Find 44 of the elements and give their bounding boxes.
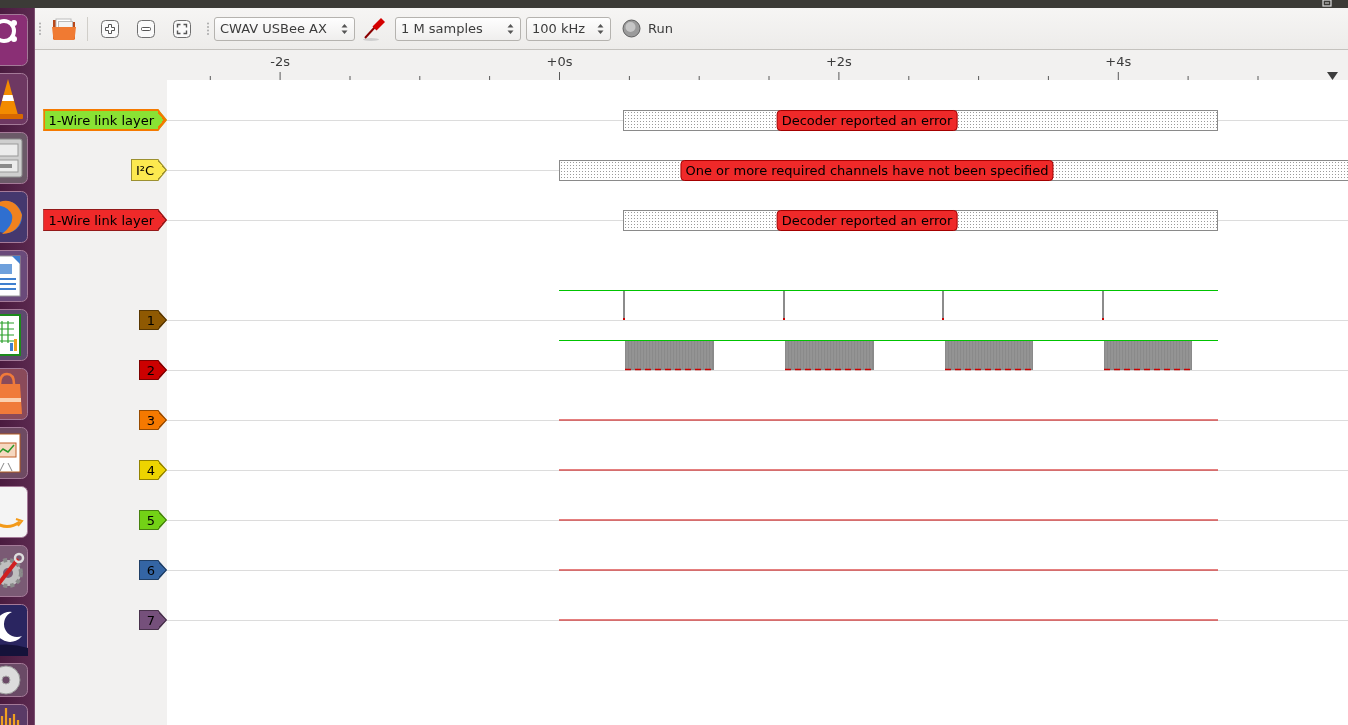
decoder-tag[interactable]: 1-Wire link layer: [43, 209, 167, 231]
presentation-icon[interactable]: [0, 427, 28, 479]
error-annotation: One or more required channels have not been specified: [680, 160, 1054, 181]
sphere-icon: [622, 19, 641, 38]
probe-icon[interactable]: [362, 15, 387, 42]
traffic-cone-icon[interactable]: [0, 73, 28, 125]
decoder-tag[interactable]: 1-Wire link layer: [43, 109, 167, 131]
spin-arrows-icon: [597, 22, 604, 35]
zoom-out-icon[interactable]: [136, 18, 156, 39]
channel-tag[interactable]: 6: [138, 560, 167, 580]
zoom-in-icon[interactable]: [100, 18, 120, 39]
sample-rate-dropdown[interactable]: 100 kHz: [526, 16, 611, 41]
time-label: +4s: [1105, 54, 1132, 69]
folder-icon[interactable]: [51, 16, 77, 41]
spin-arrows-icon: [341, 22, 348, 35]
moon-icon[interactable]: [0, 604, 28, 656]
time-label: +0s: [546, 54, 573, 69]
error-annotation: Decoder reported an error: [776, 210, 958, 231]
smile-arrow-icon[interactable]: [0, 486, 28, 538]
globe-icon[interactable]: [0, 191, 28, 243]
time-label: -2s: [270, 54, 290, 69]
zoom-fit-icon[interactable]: [172, 18, 192, 39]
shopping-bag-icon[interactable]: [0, 368, 28, 420]
drag-handle-icon[interactable]: [206, 21, 210, 36]
device-dropdown[interactable]: CWAV USBee AX: [214, 16, 355, 41]
window-button-icon[interactable]: [1322, 0, 1332, 7]
decoder-tag[interactable]: I²C: [130, 159, 167, 181]
error-annotation: Decoder reported an error: [776, 110, 958, 131]
channel-tag[interactable]: 2: [138, 360, 167, 380]
triangle-marker-icon[interactable]: [1327, 72, 1338, 80]
drag-handle-icon[interactable]: [38, 21, 42, 36]
channel-tag[interactable]: 3: [138, 410, 167, 430]
channel-tag[interactable]: 1: [138, 310, 167, 330]
run-button[interactable]: Run: [622, 19, 673, 38]
channel-tag[interactable]: 4: [138, 460, 167, 480]
spin-arrows-icon: [507, 22, 514, 35]
ring-logo-icon[interactable]: [0, 14, 28, 66]
time-label: +2s: [825, 54, 852, 69]
document-icon[interactable]: [0, 250, 28, 302]
file-cabinet-icon[interactable]: [0, 132, 28, 184]
channel-tag[interactable]: 5: [138, 510, 167, 530]
spreadsheet-icon[interactable]: [0, 309, 28, 361]
sample-count-dropdown[interactable]: 1 M samples: [395, 16, 521, 41]
gear-wrench-icon[interactable]: [0, 545, 28, 597]
